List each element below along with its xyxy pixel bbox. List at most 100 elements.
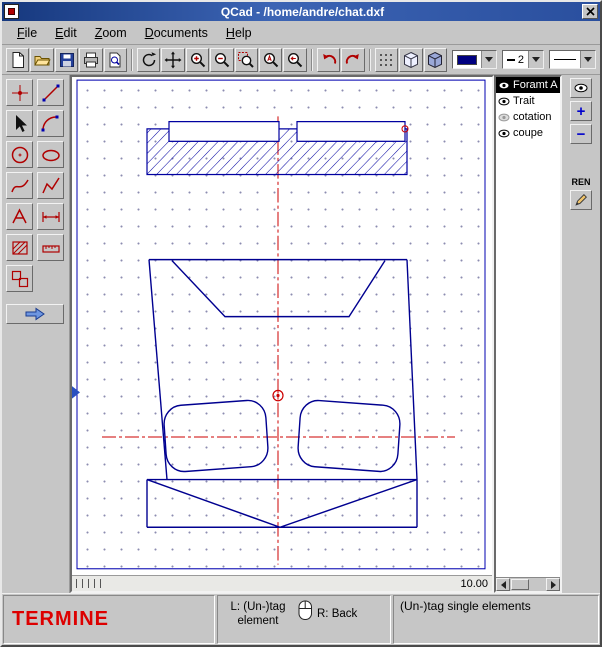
eye-closed-icon[interactable] [498,113,510,122]
layer-row-cotation[interactable]: cotation [496,109,560,125]
menu-forward-button[interactable] [6,304,64,324]
menu-file[interactable]: File [8,23,46,43]
polyline-icon [40,175,62,197]
scroll-left-button[interactable] [496,578,510,591]
text-tool-button[interactable] [6,203,33,230]
drawing-canvas[interactable] [72,77,492,575]
measure-tool-button[interactable] [37,234,64,261]
undo-icon [320,51,338,69]
canvas-wrap: 10.00 [70,75,494,593]
menu-help[interactable]: Help [217,23,261,43]
mode-text: TERMINE [12,608,109,631]
section-view[interactable] [147,122,408,175]
hatch-tool-button[interactable] [6,234,33,261]
zoom-auto-button[interactable] [259,48,282,72]
zoom-out-button[interactable] [210,48,233,72]
rename-layer-button[interactable] [570,190,592,210]
linetype-solid-icon [554,59,576,60]
open-file-button[interactable] [30,48,53,72]
chevron-down-icon [532,57,540,62]
color-combo[interactable] [452,50,497,69]
layer-controls: + − REN [562,75,600,593]
save-floppy-icon [58,51,76,69]
zoom-in-button[interactable] [186,48,209,72]
isometric-view-button[interactable] [399,48,422,72]
new-file-button[interactable] [6,48,29,72]
menu-documents[interactable]: Documents [136,23,217,43]
toggle-layer-visibility-button[interactable] [570,78,592,98]
eye-icon[interactable] [498,81,510,90]
line-type-combo[interactable] [549,50,596,69]
qcad-window: QCad - /home/andre/chat.dxf File Edit Zo… [0,0,602,647]
hatch-icon [9,237,31,259]
polylines-tool-button[interactable] [37,172,64,199]
action-hint: (Un-)tag single elements [400,599,531,613]
print-button[interactable] [79,48,102,72]
point-icon [9,82,31,104]
chevron-down-icon [485,57,493,62]
layer-row-coupe[interactable]: coupe [496,125,560,141]
right-eye[interactable] [297,399,401,472]
line-icon [40,82,62,104]
titlebar[interactable]: QCad - /home/andre/chat.dxf [2,2,600,21]
mode-panel: TERMINE [3,595,215,644]
menu-edit[interactable]: Edit [46,23,86,43]
width-combo-dropdown[interactable] [528,51,543,68]
width-line-icon [507,59,515,61]
lines-tool-button[interactable] [37,79,64,106]
plus-icon: + [577,104,586,119]
splines-tool-button[interactable] [6,172,33,199]
layer-row-format[interactable]: Foramt A [496,77,560,93]
action-hint-panel: (Un-)tag single elements [393,595,599,644]
window-close-button[interactable] [582,4,598,19]
scroll-right-button[interactable] [546,578,560,591]
mouse-icon [298,600,313,621]
undo-button[interactable] [317,48,340,72]
menu-zoom[interactable]: Zoom [86,23,136,43]
eye-icon[interactable] [498,129,510,138]
scroll-left-icon [501,581,506,589]
circle-icon [9,144,31,166]
spline-icon [9,175,31,197]
pan-arrows-icon [164,51,182,69]
dimension-icon [40,206,62,228]
select-tool-button[interactable] [6,110,33,137]
window-menu-icon[interactable] [4,4,19,19]
draft-mode-button[interactable] [424,48,447,72]
current-color-swatch [457,55,477,65]
arcs-tool-button[interactable] [37,110,64,137]
redo-button[interactable] [341,48,364,72]
dimensions-tool-button[interactable] [37,203,64,230]
scrollbar-thumb[interactable] [511,579,529,590]
cube-dark-icon [426,51,444,69]
zoom-window-icon [237,51,255,69]
points-tool-button[interactable] [6,79,33,106]
add-layer-button[interactable]: + [570,101,592,121]
remove-layer-button[interactable]: − [570,124,592,144]
blocks-tool-button[interactable] [6,265,33,292]
zoom-previous-button[interactable] [283,48,306,72]
print-preview-button[interactable] [104,48,127,72]
ellipses-tool-button[interactable] [37,141,64,168]
eye-icon[interactable] [498,97,510,106]
save-file-button[interactable] [55,48,78,72]
line-width-combo[interactable]: 2 [502,50,544,69]
main-area: 10.00 Foramt A Trait cotation [2,75,600,593]
zoom-auto-icon [262,51,280,69]
layer-list-hscrollbar[interactable] [496,577,560,591]
line-width-value: 2 [518,54,524,66]
circles-tool-button[interactable] [6,141,33,168]
redraw-button[interactable] [137,48,160,72]
zoom-window-button[interactable] [235,48,258,72]
left-eye[interactable] [163,399,269,473]
grid-toggle-button[interactable] [375,48,398,72]
color-combo-dropdown[interactable] [481,51,496,68]
toolbar-separator [311,49,313,71]
minus-icon: − [577,127,586,142]
layer-row-trait[interactable]: Trait [496,93,560,109]
pan-button[interactable] [161,48,184,72]
zoom-out-icon [213,51,231,69]
window-title: QCad - /home/andre/chat.dxf [23,5,582,19]
linetype-combo-dropdown[interactable] [580,51,595,68]
arc-icon [40,113,62,135]
